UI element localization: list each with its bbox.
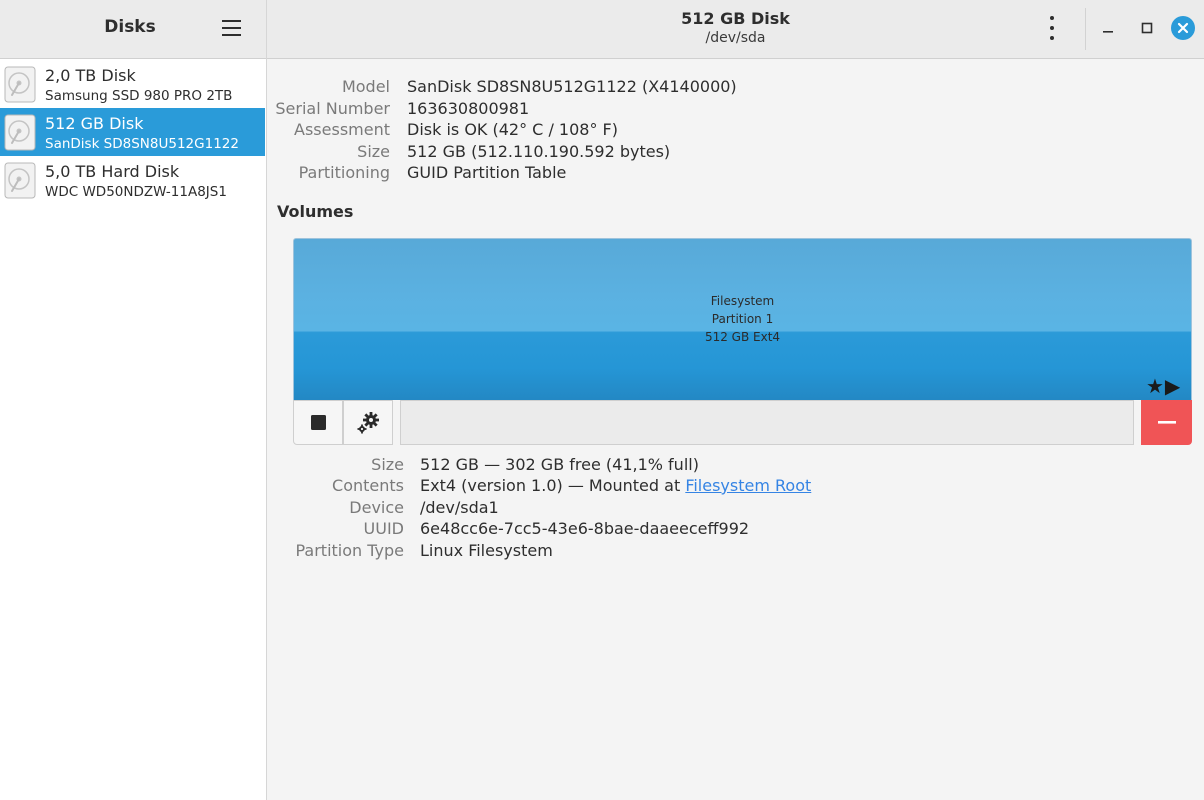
- info-value: 163630800981: [407, 99, 530, 118]
- partition-size: 512 GB Ext4: [704, 330, 781, 344]
- header-divider: [1085, 8, 1086, 50]
- info-label: Model: [341, 77, 390, 96]
- info-label: Device: [349, 498, 404, 517]
- info-label: Size: [371, 455, 404, 474]
- partition-block[interactable]: Filesystem Partition 1 512 GB Ext4 ★▶: [293, 238, 1192, 400]
- page-subtitle: /dev/sda: [705, 30, 766, 46]
- minimize-icon[interactable]: [1096, 16, 1120, 40]
- toolbar-spacer: [400, 400, 1134, 445]
- volume-row-contents: Contents Ext4 (version 1.0) — Mounted at…: [0, 476, 1204, 498]
- header-bar: 512 GB Disk /dev/sda: [267, 0, 1204, 59]
- gears-icon: [357, 412, 379, 434]
- info-label: Partitioning: [298, 163, 390, 182]
- sidebar-header: Disks: [0, 0, 266, 59]
- volumes-heading: Volumes: [277, 202, 354, 221]
- volume-toolbar: [293, 400, 1192, 445]
- disk-model: WDC WD50NDZW-11A8JS1: [45, 184, 227, 200]
- partition-flags-icons: ★▶: [1146, 374, 1182, 398]
- minus-icon: [1158, 421, 1176, 424]
- info-row-serial: Serial Number 163630800981: [0, 99, 1204, 121]
- page-title: 512 GB Disk: [681, 9, 790, 28]
- info-value: SanDisk SD8SN8U512G1122 (X4140000): [407, 77, 737, 96]
- close-icon[interactable]: [1171, 16, 1195, 40]
- info-row-size: Size 512 GB (512.110.190.592 bytes): [0, 142, 1204, 164]
- info-value: 6e48cc6e-7cc5-43e6-8bae-daaeeceff992: [420, 519, 750, 538]
- kebab-menu-icon[interactable]: [1042, 14, 1062, 42]
- info-label: Size: [357, 142, 390, 161]
- partition-number: Partition 1: [711, 312, 774, 326]
- volume-row-partition-type: Partition Type Linux Filesystem: [0, 541, 1204, 563]
- info-value: /dev/sda1: [420, 498, 499, 517]
- unmount-button[interactable]: [293, 400, 343, 445]
- delete-partition-button[interactable]: [1141, 400, 1192, 445]
- info-value: Disk is OK (42° C / 108° F): [407, 120, 618, 139]
- info-value: GUID Partition Table: [407, 163, 567, 182]
- filesystem-root-link[interactable]: Filesystem Root: [685, 476, 811, 495]
- info-label: Serial Number: [275, 99, 390, 118]
- info-value: 512 GB — 302 GB free (41,1% full): [420, 455, 699, 474]
- stop-icon: [311, 415, 326, 430]
- info-label: Contents: [332, 476, 404, 495]
- volume-row-size: Size 512 GB — 302 GB free (41,1% full): [0, 455, 1204, 477]
- info-value: Ext4 (version 1.0) — Mounted at Filesyst…: [420, 476, 811, 495]
- volume-row-uuid: UUID 6e48cc6e-7cc5-43e6-8bae-daaeeceff99…: [0, 519, 1204, 541]
- info-value: 512 GB (512.110.190.592 bytes): [407, 142, 671, 161]
- info-label: UUID: [363, 519, 404, 538]
- info-label: Partition Type: [295, 541, 404, 560]
- info-value: Linux Filesystem: [420, 541, 553, 560]
- hamburger-menu-icon[interactable]: [220, 17, 244, 39]
- info-row-model: Model SanDisk SD8SN8U512G1122 (X4140000): [0, 77, 1204, 99]
- info-label: Assessment: [294, 120, 390, 139]
- info-row-partitioning: Partitioning GUID Partition Table: [0, 163, 1204, 185]
- info-row-assessment: Assessment Disk is OK (42° C / 108° F): [0, 120, 1204, 142]
- volume-row-device: Device /dev/sda1: [0, 498, 1204, 520]
- partition-label: Filesystem: [710, 294, 775, 308]
- partition-settings-button[interactable]: [343, 400, 393, 445]
- contents-text: Ext4 (version 1.0) — Mounted at: [420, 476, 686, 495]
- maximize-icon[interactable]: [1135, 16, 1159, 40]
